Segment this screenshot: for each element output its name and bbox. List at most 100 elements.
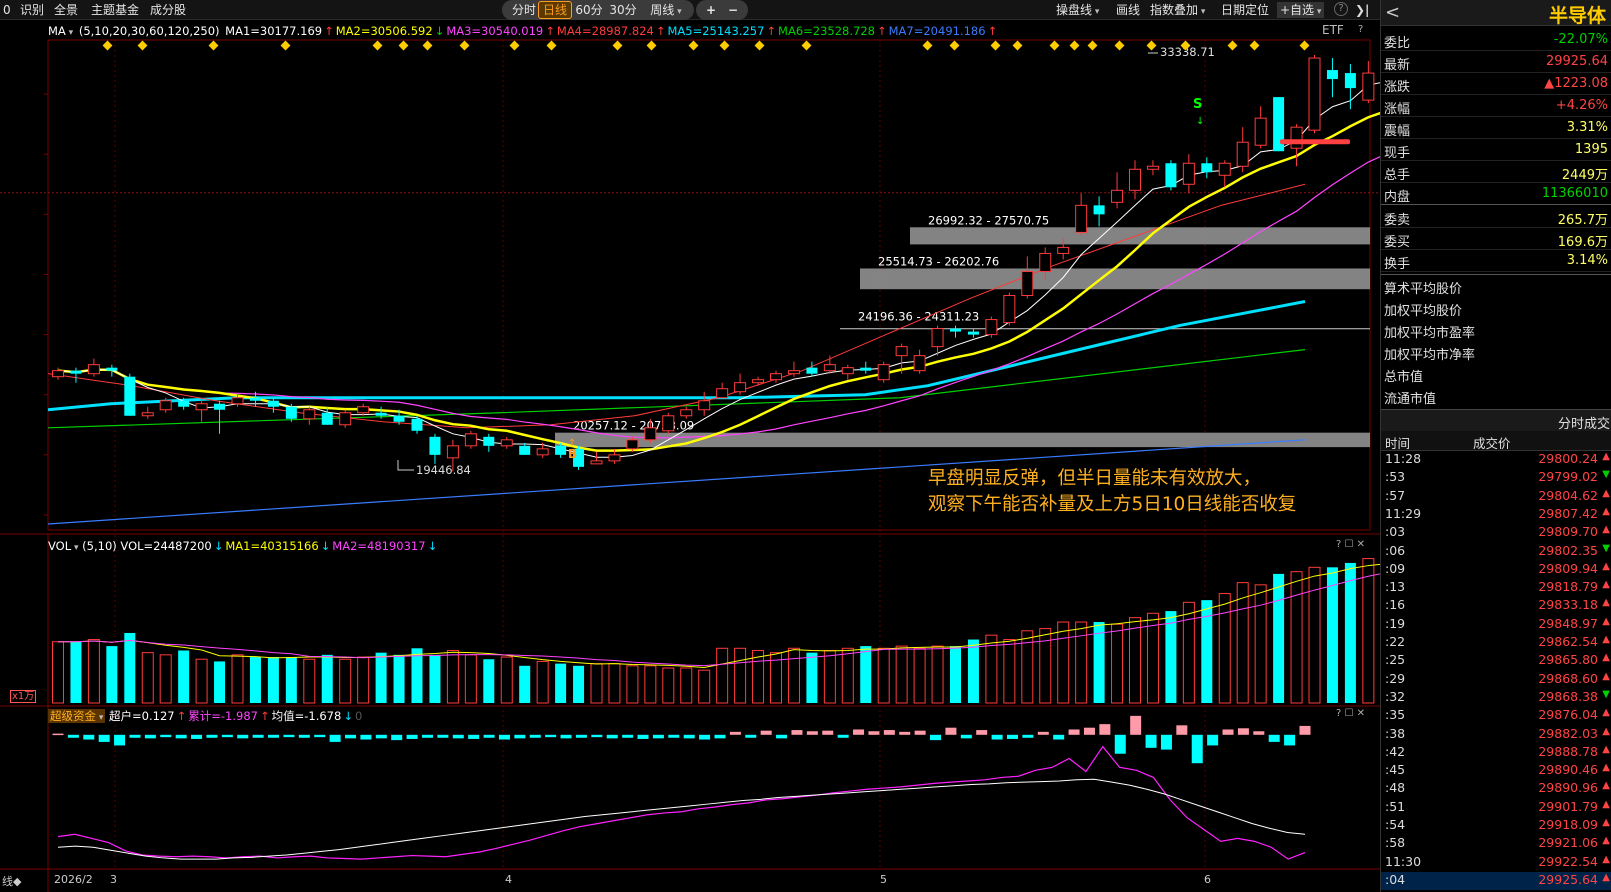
tick-price: 29865.80 bbox=[1538, 652, 1598, 668]
tick-time: :25 bbox=[1385, 652, 1406, 668]
tick-row[interactable]: :25 29865.80 ▲ bbox=[1381, 652, 1611, 670]
volume-bar bbox=[823, 649, 836, 704]
capital-bar bbox=[560, 734, 572, 739]
signal-diamond bbox=[949, 40, 960, 51]
vol-arrow-2: ↓ bbox=[427, 539, 438, 553]
capital-bar bbox=[1222, 729, 1234, 735]
signal-diamond bbox=[990, 40, 1001, 51]
candle bbox=[1254, 106, 1267, 149]
candle bbox=[806, 361, 818, 377]
tick-row[interactable]: :35 29876.04 ▲ bbox=[1381, 707, 1611, 725]
x-axis-label-6: 6 bbox=[1204, 873, 1211, 886]
capital-bar bbox=[606, 734, 618, 739]
tick-row[interactable]: :54 29918.09 ▲ bbox=[1381, 817, 1611, 835]
candle bbox=[913, 349, 926, 374]
candle bbox=[195, 397, 208, 422]
tick-row[interactable]: :42 29888.78 ▲ bbox=[1381, 744, 1611, 762]
volume-bar bbox=[214, 661, 226, 703]
signal-diamond bbox=[1087, 40, 1098, 51]
tick-row[interactable]: :48 29890.96 ▲ bbox=[1381, 780, 1611, 798]
quote-header: < 半导体 bbox=[1381, 0, 1611, 27]
tick-time: :13 bbox=[1385, 579, 1406, 595]
capital-bar bbox=[1114, 734, 1126, 754]
tick-row[interactable]: :16 29833.18 ▲ bbox=[1381, 597, 1611, 615]
tick-row[interactable]: 11:28 29800.24 ▲ bbox=[1381, 451, 1611, 469]
capital-pane-controls[interactable]: ? ☐ ✕ bbox=[1336, 708, 1365, 719]
signal-diamond bbox=[922, 40, 933, 51]
tick-row[interactable]: :45 29890.46 ▲ bbox=[1381, 762, 1611, 780]
vol-pane-controls[interactable]: ? ☐ ✕ bbox=[1336, 539, 1365, 550]
tick-price: 29800.24 bbox=[1538, 451, 1598, 466]
candle bbox=[877, 361, 890, 383]
tick-row[interactable]: :51 29901.79 ▲ bbox=[1381, 799, 1611, 817]
candle bbox=[1146, 160, 1159, 176]
capital-bar bbox=[268, 734, 280, 738]
tick-row[interactable]: :38 29882.03 ▲ bbox=[1381, 726, 1611, 744]
candle bbox=[1111, 172, 1124, 209]
quote-key: 总手 bbox=[1384, 168, 1411, 183]
capital-indicator-dropdown[interactable]: 超级资金 bbox=[48, 709, 106, 723]
volume-bar bbox=[1254, 584, 1267, 704]
candle bbox=[1218, 160, 1231, 188]
volume-bar bbox=[573, 665, 585, 703]
tick-row[interactable]: :06 29802.35 ▼ bbox=[1381, 543, 1611, 561]
volume-bar bbox=[1290, 571, 1303, 704]
signal-diamond bbox=[1049, 40, 1060, 51]
qrow quote-row-3: 涨幅 +4.26% bbox=[1381, 95, 1611, 117]
tick-row[interactable]: :04 29925.64 ▲ bbox=[1381, 871, 1611, 890]
tick-row[interactable]: :58 29921.06 ▲ bbox=[1381, 835, 1611, 853]
tick-row[interactable]: :13 29818.79 ▲ bbox=[1381, 579, 1611, 597]
tick-row[interactable]: :03 29809.70 ▲ bbox=[1381, 524, 1611, 542]
zone-band-0 bbox=[910, 227, 1370, 245]
vol-indicator-dropdown[interactable]: VOL bbox=[48, 539, 79, 553]
capital-bar bbox=[114, 734, 126, 746]
candle bbox=[985, 316, 998, 338]
x-axis-label-3: 3 bbox=[110, 873, 117, 886]
capital-bar bbox=[1284, 734, 1296, 746]
volume-bar bbox=[787, 647, 800, 704]
qrow quote-row-6: 总手 2449万 bbox=[1381, 161, 1611, 183]
quote-key: 内盘 bbox=[1384, 190, 1411, 205]
vol-value-1: MA1=40315166 bbox=[225, 539, 319, 553]
capital-bar bbox=[683, 734, 695, 739]
signal-diamond bbox=[754, 40, 765, 51]
vol-values: VOL=24487200 ↓ MA1=40315166 ↓ MA2=48190317 ↓ bbox=[120, 539, 439, 553]
capital-bar bbox=[622, 734, 634, 738]
tick-up-arrow-icon: ▲ bbox=[1602, 743, 1610, 755]
volume-bar bbox=[1075, 621, 1088, 704]
tick-row[interactable]: :53 29799.02 ▼ bbox=[1381, 469, 1611, 487]
volume-bar bbox=[411, 648, 423, 703]
tick-row[interactable]: :22 29862.54 ▲ bbox=[1381, 634, 1611, 652]
tick-time: :22 bbox=[1385, 634, 1406, 649]
capital-bar bbox=[1268, 734, 1280, 742]
tick-row[interactable]: 11:29 29807.42 ▲ bbox=[1381, 506, 1611, 524]
tick-row[interactable]: :19 29848.97 ▲ bbox=[1381, 616, 1611, 634]
tick-price: 29922.54 bbox=[1538, 853, 1598, 869]
capital-bar bbox=[714, 734, 726, 739]
tick-up-arrow-icon: ▲ bbox=[1602, 817, 1610, 828]
ma120-line bbox=[47, 349, 1306, 429]
chart-canvas[interactable]: 26992.32 - 27570.75 25514.73 - 26202.76 24… bbox=[0, 0, 1380, 892]
candle bbox=[1093, 196, 1105, 227]
signal-diamond bbox=[280, 40, 291, 51]
instrument-title: 半导体 bbox=[1548, 5, 1606, 27]
volume-bar bbox=[806, 652, 818, 703]
cap-arrow-1: ↑ bbox=[259, 709, 270, 723]
tick-price: 29901.79 bbox=[1538, 798, 1598, 814]
tick-price: 29807.42 bbox=[1538, 505, 1598, 521]
tick-price: 29876.04 bbox=[1538, 707, 1598, 723]
back-chevron-icon[interactable]: < bbox=[1385, 2, 1400, 23]
tick-row[interactable]: :57 29804.62 ▲ bbox=[1381, 488, 1611, 506]
x-axis-start-label: 2026/2 bbox=[54, 873, 93, 886]
capital-bar bbox=[468, 734, 480, 739]
signal-diamond bbox=[719, 40, 730, 51]
tick-row[interactable]: 11:30 29922.54 ▲ bbox=[1381, 854, 1611, 872]
tick-time: :29 bbox=[1385, 670, 1406, 686]
tick-row[interactable]: :29 29868.60 ▲ bbox=[1381, 671, 1611, 689]
capital-bar bbox=[391, 734, 403, 741]
candle bbox=[841, 364, 854, 380]
tick-row[interactable]: :09 29809.94 ▲ bbox=[1381, 561, 1611, 579]
capital-bar bbox=[1176, 725, 1188, 735]
tick-row[interactable]: :32 29868.38 ▼ bbox=[1381, 689, 1611, 707]
cap-value-2: 均值=-1.678 bbox=[271, 709, 342, 723]
